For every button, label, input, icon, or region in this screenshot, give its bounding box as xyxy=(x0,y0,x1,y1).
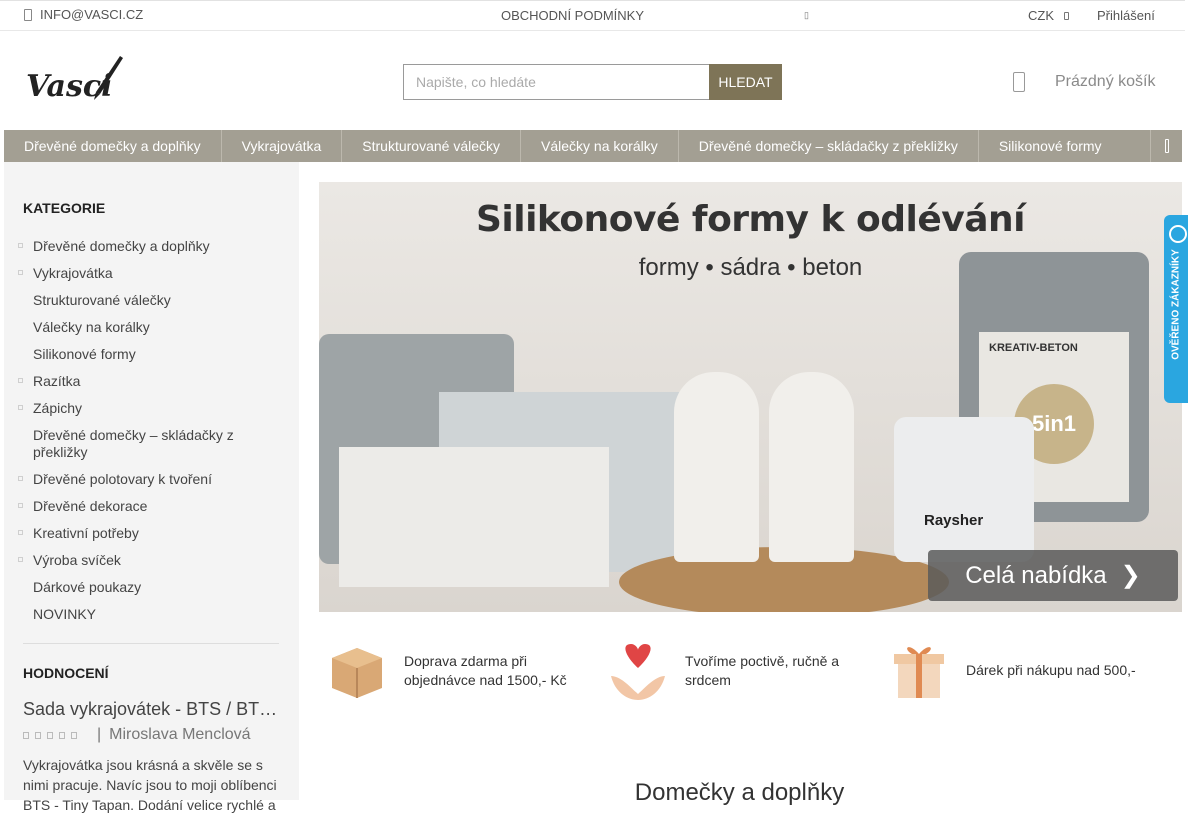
login-link[interactable]: Přihlášení xyxy=(1097,8,1155,23)
category-list: Dřevěné domečky a doplňky Vykrajovátka S… xyxy=(18,238,288,633)
star-icon xyxy=(47,731,53,739)
category-item[interactable]: Silikonové formy xyxy=(18,346,288,363)
sidebar: KATEGORIE Dřevěné domečky a doplňky Vykr… xyxy=(4,162,299,813)
gift-icon xyxy=(881,633,956,708)
promo-banner[interactable]: Silikonové formy k odlévání formy • sádr… xyxy=(319,182,1182,612)
category-item[interactable]: Dřevěné domečky a doplňky xyxy=(18,238,288,255)
review-text: Vykrajovátka jsou krásná a skvěle se s n… xyxy=(23,757,277,813)
bucket-brand: Raysher xyxy=(924,512,984,529)
email-text: INFO@VASCI.CZ xyxy=(40,7,144,22)
nav-more-button[interactable] xyxy=(1150,130,1182,162)
category-item[interactable]: Dárkové poukazy xyxy=(18,579,288,596)
category-item[interactable]: Zápichy xyxy=(18,400,288,417)
plaster-houses-image xyxy=(339,447,609,587)
rating-title: HODNOCENÍ xyxy=(23,665,109,681)
plaster-bucket-image: Raysher xyxy=(894,417,1034,562)
feature-handmade: Tvoříme poctivě, ručně a srdcem xyxy=(600,633,860,708)
info-icon[interactable]: ▯ xyxy=(804,10,809,21)
feature-text: Doprava zdarma při objednávce nad 1500,-… xyxy=(404,652,567,688)
box-icon xyxy=(319,633,394,708)
category-item[interactable]: Kreativní potřeby xyxy=(18,525,288,542)
bullet-icon xyxy=(18,270,23,275)
site-logo[interactable]: Vasci xyxy=(24,52,124,108)
review-product-link[interactable]: Sada vykrajovátek - BTS / BTS - Tiny Tap… xyxy=(23,699,281,720)
logo-text: Vasci xyxy=(26,69,113,104)
bag-brand: KREATIV-BETON xyxy=(989,342,1078,354)
nav-item-cutters[interactable]: Vykrajovátka xyxy=(222,130,343,162)
angel-figure-image xyxy=(769,372,854,562)
feature-gift: Dárek při nákupu nad 500,- xyxy=(881,633,1151,708)
full-offer-button[interactable]: Celá nabídka ❯ xyxy=(928,550,1178,601)
nav-item-plywood-houses[interactable]: Dřevěné domečky – skládačky z překližky xyxy=(679,130,979,162)
star-icon xyxy=(23,731,29,739)
review-separator: | xyxy=(97,726,102,743)
top-bar: INFO@VASCI.CZ OBCHODNÍ PODMÍNKY ▯ CZK Př… xyxy=(0,0,1185,31)
bullet-icon xyxy=(18,503,23,508)
feature-free-shipping: Doprava zdarma při objednávce nad 1500,-… xyxy=(319,633,579,708)
review-author: Miroslava Menclová xyxy=(109,726,251,743)
nav-item-wooden-houses[interactable]: Dřevěné domečky a doplňky xyxy=(4,130,222,162)
search-button[interactable]: HLEDAT xyxy=(709,64,782,100)
bullet-icon xyxy=(18,530,23,535)
star-icon xyxy=(71,731,77,739)
category-item[interactable]: Dřevěné dekorace xyxy=(18,498,288,515)
mail-icon xyxy=(24,8,32,21)
verified-by-customers-badge[interactable]: OVĚŘENO ZÁKAZNÍKY xyxy=(1164,215,1188,403)
currency-label: CZK xyxy=(1028,8,1054,23)
cta-label: Celá nabídka xyxy=(965,561,1107,589)
chevron-right-icon: ❯ xyxy=(1120,562,1141,589)
bullet-icon xyxy=(18,405,23,410)
categories-title: KATEGORIE xyxy=(23,200,106,216)
section-title: Domečky a doplňky xyxy=(634,779,845,806)
menu-icon xyxy=(1164,139,1169,153)
heart-hands-icon xyxy=(600,633,675,708)
review-meta: | Miroslava Menclová xyxy=(23,726,251,744)
bullet-icon xyxy=(18,378,23,383)
email-link[interactable]: INFO@VASCI.CZ xyxy=(24,7,143,22)
category-item[interactable]: NOVINKY xyxy=(18,606,288,623)
cart-icon xyxy=(1013,72,1025,92)
category-item[interactable]: Razítka xyxy=(18,373,288,390)
feature-text: Tvoříme poctivě, ručně a srdcem xyxy=(685,652,840,688)
terms-link[interactable]: OBCHODNÍ PODMÍNKY xyxy=(501,8,644,23)
category-item[interactable]: Vykrajovátka xyxy=(18,265,288,282)
currency-selector[interactable]: CZK xyxy=(1028,8,1069,23)
category-item[interactable]: Dřevěné domečky – skládačky z překližky xyxy=(18,427,288,461)
cart-widget[interactable]: Prázdný košík xyxy=(1013,72,1155,92)
star-rating xyxy=(23,731,77,739)
nav-item-bead-rollers[interactable]: Válečky na korálky xyxy=(521,130,679,162)
category-item[interactable]: Dřevěné polotovary k tvoření xyxy=(18,471,288,488)
nav-item-silicone-molds[interactable]: Silikonové formy xyxy=(979,130,1122,162)
search-input[interactable] xyxy=(403,64,709,100)
star-icon xyxy=(35,731,41,739)
category-item[interactable]: Válečky na korálky xyxy=(18,319,288,336)
nav-item-textured-rollers[interactable]: Strukturované válečky xyxy=(342,130,522,162)
chevron-down-icon xyxy=(1064,11,1069,20)
cart-label: Prázdný košík xyxy=(1055,73,1156,90)
feature-text: Dárek při nákupu nad 500,- xyxy=(966,662,1136,678)
category-item[interactable]: Strukturované válečky xyxy=(18,292,288,309)
banner-headline: Silikonové formy k odlévání xyxy=(475,199,1026,240)
badge-text: OVĚŘENO ZÁKAZNÍKY xyxy=(1170,249,1182,360)
bullet-icon xyxy=(18,476,23,481)
angel-figure-image xyxy=(674,372,759,562)
bullet-icon xyxy=(18,557,23,562)
star-icon xyxy=(59,731,65,739)
search-bar: HLEDAT xyxy=(403,64,782,100)
main-navigation: Dřevěné domečky a doplňky Vykrajovátka S… xyxy=(4,130,1182,162)
sidebar-divider xyxy=(23,643,279,644)
category-item[interactable]: Výroba svíček xyxy=(18,552,288,569)
bullet-icon xyxy=(18,243,23,248)
